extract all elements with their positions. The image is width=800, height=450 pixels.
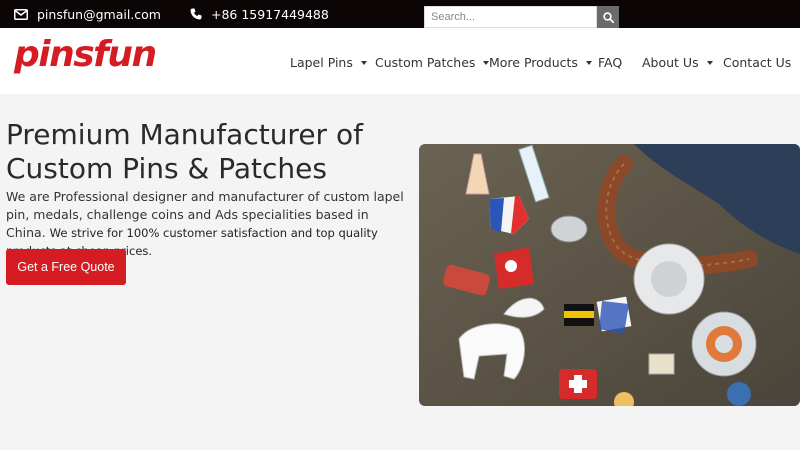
chevron-down-icon: [585, 60, 592, 65]
hero-image: [419, 144, 800, 406]
chevron-down-icon: [706, 60, 713, 65]
search-button[interactable]: [597, 6, 619, 28]
top-bar: pinsfun@gmail.com +86 15917449488 Search…: [0, 0, 800, 28]
phone-icon: [190, 8, 202, 20]
nav-label: Custom Patches: [375, 55, 476, 70]
phone-text: +86 15917449488: [211, 6, 329, 22]
nav-faq[interactable]: FAQ: [598, 55, 622, 70]
nav-more-products[interactable]: More Products: [489, 55, 592, 70]
nav-custom-patches[interactable]: Custom Patches: [375, 55, 490, 70]
hero-title: Premium Manufacturer of Custom Pins & Pa…: [6, 118, 406, 186]
nav-label: Contact Us: [723, 55, 792, 70]
contact-phone[interactable]: +86 15917449488: [190, 0, 329, 28]
search-input[interactable]: Search...: [424, 6, 597, 28]
hero-title-line2: Custom Pins & Patches: [6, 152, 327, 185]
email-text: pinsfun@gmail.com: [37, 6, 161, 22]
search-icon: [602, 11, 614, 23]
nav-label: More Products: [489, 55, 578, 70]
mail-icon: [14, 8, 28, 20]
site-logo[interactable]: pinsfun: [14, 34, 157, 75]
nav-lapel-pins[interactable]: Lapel Pins: [290, 55, 367, 70]
contact-email[interactable]: pinsfun@gmail.com: [14, 0, 161, 28]
chevron-down-icon: [360, 60, 367, 65]
hero-title-line1: Premium Manufacturer of: [6, 118, 363, 151]
nav-label: FAQ: [598, 55, 623, 70]
nav-about-us[interactable]: About Us: [642, 55, 713, 70]
nav-label: About Us: [642, 55, 699, 70]
site-header: pinsfun Lapel Pins Custom Patches More P…: [0, 28, 800, 94]
nav-contact-us[interactable]: Contact Us: [723, 55, 791, 70]
nav-label: Lapel Pins: [290, 55, 353, 70]
get-quote-button[interactable]: Get a Free Quote: [6, 249, 126, 285]
